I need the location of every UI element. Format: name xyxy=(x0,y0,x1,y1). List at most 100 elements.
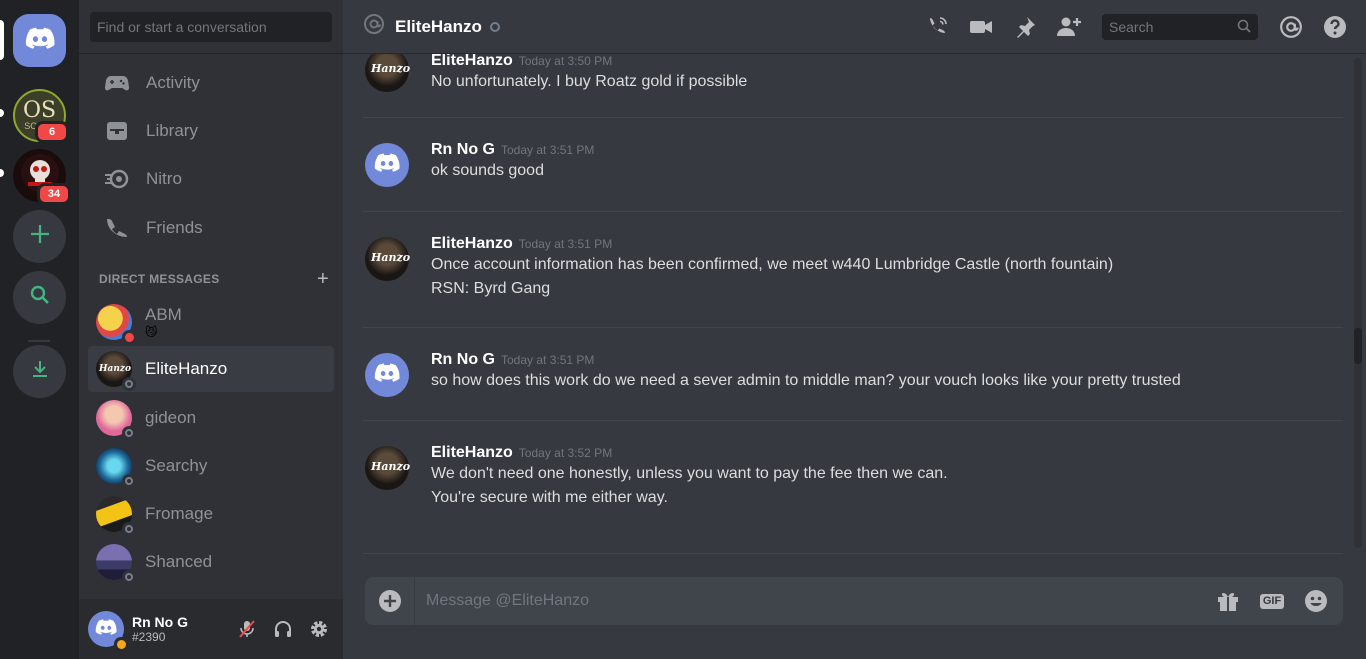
home-button[interactable] xyxy=(13,14,66,67)
author-avatar[interactable]: Hanzo xyxy=(365,446,410,490)
dm-text: ABM 😼 xyxy=(145,305,182,339)
add-server-button[interactable] xyxy=(13,210,66,263)
search-icon xyxy=(29,284,51,311)
server-icon-skull[interactable]: 34 xyxy=(13,149,71,205)
user-avatar[interactable] xyxy=(88,611,128,651)
status-offline-icon xyxy=(489,21,500,32)
rail-divider xyxy=(28,340,50,342)
header-toolbar: Search xyxy=(906,0,1366,54)
author-avatar[interactable] xyxy=(365,353,409,397)
upload-button[interactable] xyxy=(365,577,415,625)
explore-servers-button[interactable] xyxy=(13,271,66,324)
unread-indicator xyxy=(0,109,4,117)
download-apps-button[interactable] xyxy=(13,345,66,398)
message-author[interactable]: EliteHanzo xyxy=(431,444,513,462)
dm-item-gideon[interactable]: gideon xyxy=(88,395,334,441)
message-text: You're secure with me either way. xyxy=(431,489,668,506)
avatar xyxy=(96,496,136,536)
sidebar-item-friends[interactable]: Friends xyxy=(88,207,334,249)
dm-item-searchy[interactable]: Searchy xyxy=(88,443,334,489)
status-offline-icon xyxy=(122,522,136,536)
message-timestamp: Today at 3:50 PM xyxy=(518,54,613,68)
message-divider xyxy=(363,117,1343,118)
user-panel: Rn No G #2390 xyxy=(79,599,343,659)
video-call-icon[interactable] xyxy=(968,14,994,40)
voice-call-icon[interactable] xyxy=(924,14,950,40)
message-author[interactable]: EliteHanzo xyxy=(431,54,513,70)
avatar xyxy=(96,304,136,344)
message-author[interactable]: EliteHanzo xyxy=(431,235,513,253)
message-body: EliteHanzo Today at 3:51 PM Once account… xyxy=(431,235,1331,301)
add-friend-icon[interactable] xyxy=(1056,14,1082,40)
message-body: EliteHanzo Today at 3:52 PM We don't nee… xyxy=(431,444,1331,510)
search-input[interactable]: Search xyxy=(1102,14,1258,40)
dm-name: Searchy xyxy=(145,456,208,475)
author-avatar[interactable]: Hanzo xyxy=(365,54,411,92)
channel-name: EliteHanzo xyxy=(395,16,482,36)
message-text: ok sounds good xyxy=(431,162,544,179)
search-placeholder: Search xyxy=(1109,19,1154,35)
mute-mic-icon[interactable] xyxy=(235,617,259,641)
discord-app: OS SCAPE 6 34 xyxy=(0,0,1366,659)
download-icon xyxy=(29,358,51,385)
message-header: Rn No G Today at 3:51 PM xyxy=(431,351,1331,369)
message-author[interactable]: Rn No G xyxy=(431,351,495,369)
message-input[interactable] xyxy=(415,577,1215,625)
dm-header-label: DIRECT MESSAGES xyxy=(99,272,220,286)
gif-button[interactable]: GIF xyxy=(1259,588,1285,614)
chat-area: EliteHanzo Search Hanzo EliteHanzo Today… xyxy=(343,0,1366,659)
sidebar-item-label: Nitro xyxy=(146,169,182,188)
at-icon xyxy=(363,13,385,40)
avatar: Hanzo xyxy=(96,351,136,391)
message-text: We don't need one honestly, unless you w… xyxy=(431,465,948,482)
status-offline-icon xyxy=(122,474,136,488)
unread-indicator xyxy=(0,169,4,177)
avatar-text: Hanzo xyxy=(371,62,411,75)
message-author[interactable]: Rn No G xyxy=(431,141,495,159)
settings-gear-icon[interactable] xyxy=(307,617,331,641)
author-avatar[interactable]: Hanzo xyxy=(365,237,411,281)
dm-item-shanced[interactable]: Shanced xyxy=(88,539,334,585)
composer-buttons: GIF xyxy=(1215,588,1329,614)
dm-name: EliteHanzo xyxy=(145,359,228,378)
message-header: EliteHanzo Today at 3:51 PM xyxy=(431,235,1331,253)
sidebar-item-nitro[interactable]: Nitro xyxy=(88,158,334,200)
sidebar-divider xyxy=(79,53,343,54)
mentions-icon[interactable] xyxy=(1278,14,1304,40)
create-dm-button[interactable]: + xyxy=(317,269,329,289)
discord-logo-icon xyxy=(374,153,400,177)
message-list: Hanzo EliteHanzo Today at 3:50 PM No unf… xyxy=(343,54,1353,564)
message-text: Once account information has been confir… xyxy=(431,256,1114,273)
search-icon xyxy=(1237,19,1251,36)
gamepad-icon xyxy=(102,71,132,95)
message-header: EliteHanzo Today at 3:50 PM xyxy=(431,54,1331,70)
emoji-icon[interactable] xyxy=(1303,588,1329,614)
gif-label: GIF xyxy=(1259,593,1285,609)
server-icon-osscape[interactable]: OS SCAPE 6 xyxy=(13,89,69,143)
pin-icon[interactable] xyxy=(1012,14,1038,40)
find-conversation-input[interactable]: Find or start a conversation xyxy=(90,12,332,42)
message-divider xyxy=(363,211,1343,212)
sidebar-item-label: Activity xyxy=(146,73,200,92)
avatar xyxy=(96,400,136,440)
dm-item-abm[interactable]: ABM 😼 xyxy=(88,299,334,345)
sidebar-item-activity[interactable]: Activity xyxy=(88,62,334,104)
scrollbar-thumb[interactable] xyxy=(1354,328,1362,364)
user-discriminator: #2390 xyxy=(132,630,166,644)
dm-name: ABM xyxy=(145,305,182,324)
scrollbar-track[interactable] xyxy=(1354,58,1362,548)
headphones-icon[interactable] xyxy=(271,617,295,641)
gift-icon[interactable] xyxy=(1215,588,1241,614)
sidebar-item-library[interactable]: Library xyxy=(88,110,334,152)
author-avatar[interactable] xyxy=(365,143,409,187)
status-dnd-icon xyxy=(122,330,136,344)
mention-badge: 34 xyxy=(37,183,71,205)
help-icon[interactable] xyxy=(1322,14,1348,40)
library-icon xyxy=(102,119,132,143)
server-rail: OS SCAPE 6 34 xyxy=(0,0,79,659)
user-info: Rn No G #2390 xyxy=(132,614,188,644)
avatar-text: Hanzo xyxy=(371,251,411,264)
dm-item-elitehanzo[interactable]: Hanzo EliteHanzo xyxy=(88,346,334,392)
dm-item-fromage[interactable]: Fromage xyxy=(88,491,334,537)
message-divider xyxy=(363,420,1343,421)
